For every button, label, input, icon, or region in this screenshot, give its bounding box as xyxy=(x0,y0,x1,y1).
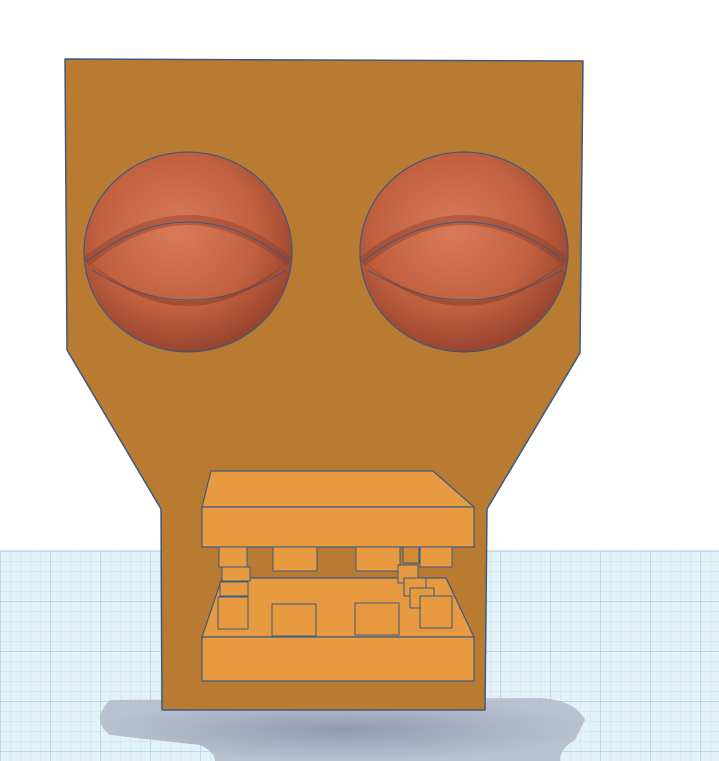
upper-jaw-top[interactable] xyxy=(201,470,476,508)
right-eye[interactable] xyxy=(358,151,570,353)
lower-jaw-front[interactable] xyxy=(201,636,475,682)
left-eye[interactable] xyxy=(82,151,294,353)
scene[interactable] xyxy=(0,0,719,761)
3d-viewport[interactable] xyxy=(0,0,719,761)
upper-jaw-front[interactable] xyxy=(201,506,475,548)
